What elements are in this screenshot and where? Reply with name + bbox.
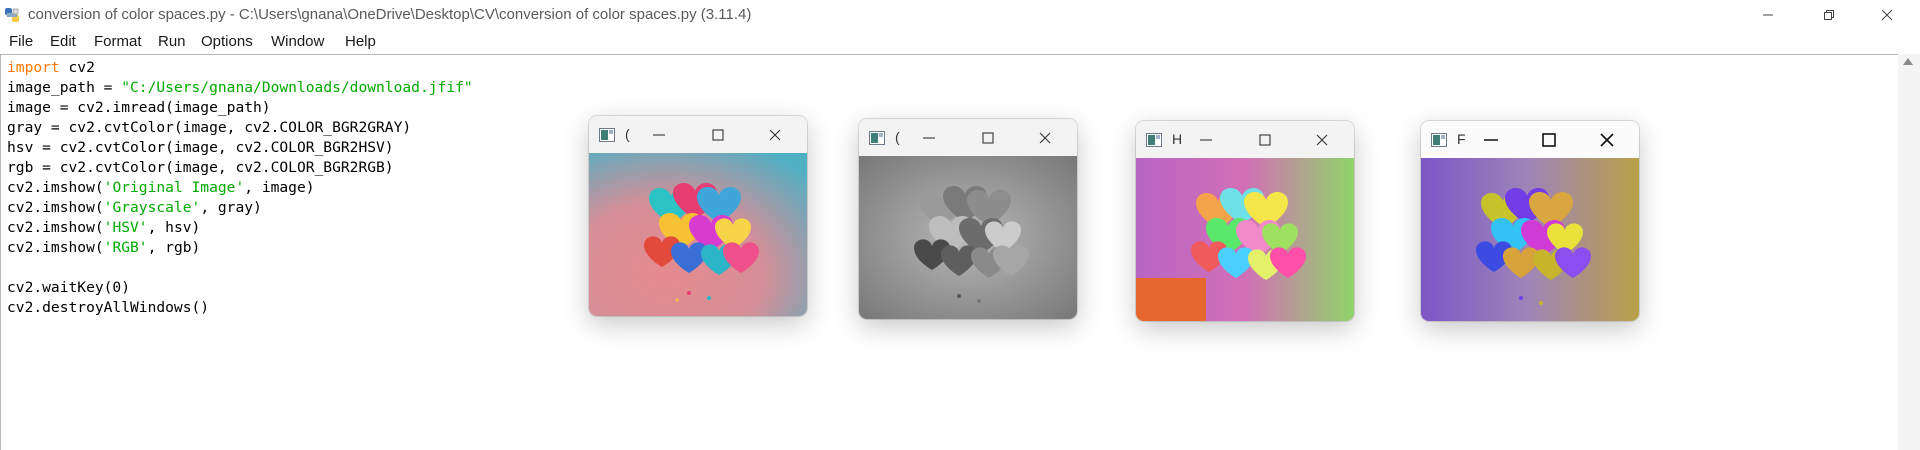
close-button[interactable] [1597,130,1617,150]
string-literal: "C:/Users/gnana/Downloads/download.jfif" [121,79,473,96]
title-bar: conversion of color spaces.py - C:\Users… [0,0,1920,30]
code-token: cv2.imshow( [7,239,104,256]
code-token: cv2.imshow( [7,219,104,236]
close-button[interactable] [1312,130,1332,150]
string-literal: 'Original Image' [103,179,245,196]
original-balloons-image [589,153,807,316]
string-literal: 'RGB' [103,239,148,256]
menu-format[interactable]: Format [94,33,142,50]
maximize-icon [1542,133,1556,147]
maximize-button[interactable] [708,125,728,145]
minimize-button[interactable] [919,128,939,148]
window-title: ( [625,126,630,142]
close-button[interactable] [765,125,785,145]
close-icon [1881,9,1893,21]
window-title: ( [895,129,900,145]
minimize-icon [652,134,666,136]
menu-bar: File Edit Format Run Options Window Help [0,30,1920,54]
menu-help[interactable]: Help [345,33,376,50]
code-text: import cv2 image_path = "C:/Users/gnana/… [7,58,473,318]
menu-run[interactable]: Run [158,33,186,50]
minimize-icon [1199,139,1213,141]
code-token: , image) [244,179,315,196]
code-line: cv2.destroyAllWindows() [7,299,210,316]
rgb-image-window[interactable]: F [1421,121,1639,321]
vertical-scrollbar[interactable] [1898,54,1920,450]
maximize-icon [982,132,994,144]
close-icon [1039,132,1051,144]
string-literal: 'Grayscale' [103,199,201,216]
code-token: cv2.imshow( [7,199,104,216]
menu-window[interactable]: Window [271,33,324,50]
opencv-window-icon [599,128,615,142]
opencv-window-icon [1431,133,1447,147]
window-titlebar[interactable]: ( [859,119,1077,156]
minimize-button[interactable] [649,125,669,145]
maximize-icon [712,129,724,141]
code-token: cv2 [59,59,95,76]
close-icon [769,129,781,141]
code-line: rgb = cv2.cvtColor(image, cv2.COLOR_BGR2… [7,159,394,176]
code-line: hsv = cv2.cvtColor(image, cv2.COLOR_BGR2… [7,139,394,156]
code-line: image = cv2.imread(image_path) [7,99,271,116]
hsv-image-window[interactable]: H [1136,121,1354,321]
python-idle-icon [5,8,19,22]
close-icon [1600,133,1614,147]
original-image-window[interactable]: ( [589,116,807,316]
window-titlebar[interactable]: H [1136,121,1354,158]
code-line: cv2.waitKey(0) [7,279,131,296]
minimize-icon [922,137,936,139]
maximize-icon [1259,134,1271,146]
minimize-button[interactable] [1196,130,1216,150]
grayscale-balloons-image [859,156,1077,319]
close-button[interactable] [1864,0,1910,30]
window-title: conversion of color spaces.py - C:\Users… [28,6,752,23]
scroll-up-arrow-icon[interactable] [1903,58,1913,65]
menu-edit[interactable]: Edit [50,33,76,50]
close-icon [1316,134,1328,146]
code-token: , gray) [200,199,262,216]
restore-button[interactable] [1806,0,1852,30]
code-token: image_path = [7,79,122,96]
code-token: , hsv) [147,219,201,236]
minimize-button[interactable] [1481,130,1501,150]
window-title: F [1457,131,1466,147]
maximize-button[interactable] [1539,130,1559,150]
hsv-balloons-image [1136,158,1354,321]
window-titlebar[interactable]: F [1421,121,1639,158]
string-literal: 'HSV' [103,219,148,236]
maximize-button[interactable] [1255,130,1275,150]
code-line: gray = cv2.cvtColor(image, cv2.COLOR_BGR… [7,119,412,136]
restore-icon [1824,10,1834,20]
minimize-icon [1483,139,1499,141]
maximize-button[interactable] [978,128,998,148]
opencv-window-icon [869,131,885,145]
opencv-window-icon [1146,133,1162,147]
code-token: , rgb) [147,239,201,256]
code-token: cv2.imshow( [7,179,104,196]
menu-options[interactable]: Options [201,33,253,50]
close-button[interactable] [1035,128,1055,148]
grayscale-image-window[interactable]: ( [859,119,1077,319]
menu-file[interactable]: File [9,33,33,50]
keyword-import: import [7,59,60,76]
minimize-button[interactable] [1745,0,1791,30]
window-titlebar[interactable]: ( [589,116,807,153]
window-title: H [1172,131,1183,147]
minimize-icon [1763,14,1773,16]
rgb-balloons-image [1421,158,1639,321]
